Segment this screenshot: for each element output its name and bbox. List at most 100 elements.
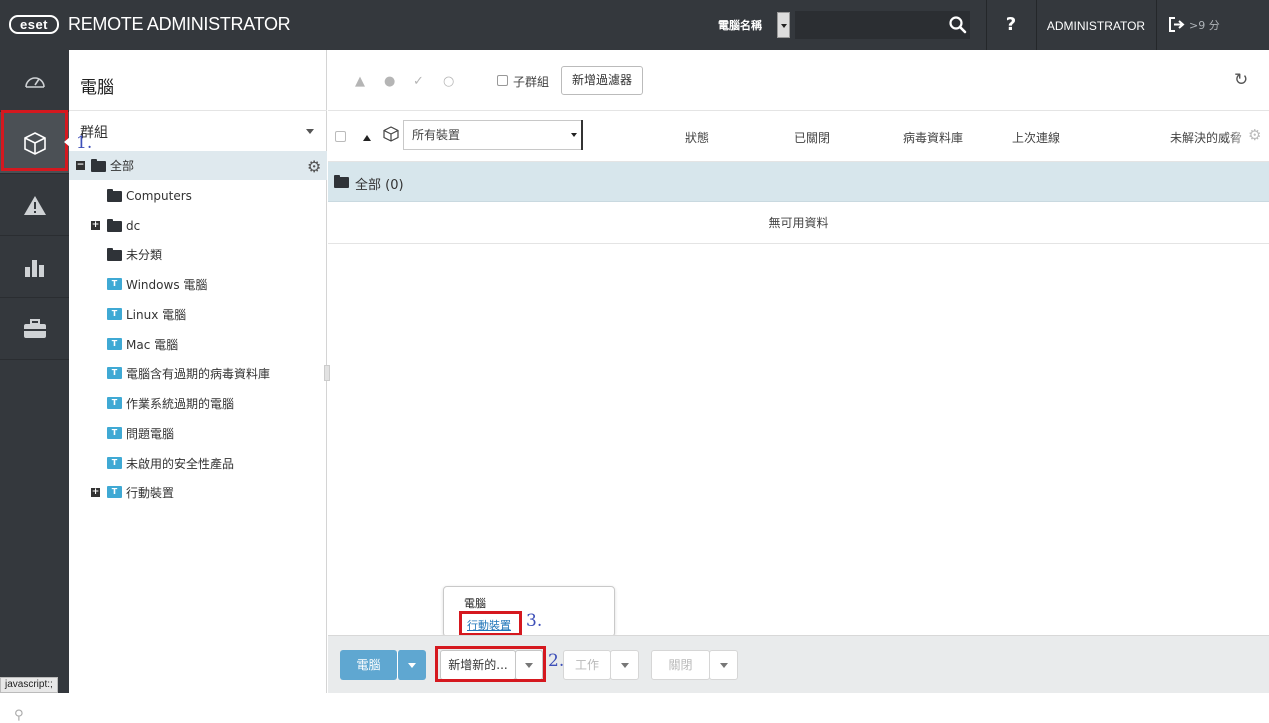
error-filter-icon[interactable]: ● xyxy=(384,74,395,89)
tree-item-label: dc xyxy=(126,218,141,233)
nav-dashboard[interactable] xyxy=(0,50,69,112)
tree-item-label: 電腦含有過期的病毒資料庫 xyxy=(126,367,271,381)
tree-item-label: Windows 電腦 xyxy=(126,278,208,292)
logout-button[interactable]: >9 分 xyxy=(1157,0,1269,50)
expand-icon[interactable]: + xyxy=(91,221,100,230)
reports-icon xyxy=(24,259,44,277)
computers-dropdown-button[interactable] xyxy=(397,650,426,680)
tree-item-label: Mac 電腦 xyxy=(126,338,179,352)
close-dropdown-button[interactable] xyxy=(709,650,738,680)
tree-item-label: 未啟用的安全性產品 xyxy=(126,457,235,471)
tree-item-label: 行動裝置 xyxy=(126,486,175,500)
filter-icon: T xyxy=(107,338,122,350)
search-icon[interactable] xyxy=(948,15,968,35)
tree-item-label: 問題電腦 xyxy=(126,427,175,441)
menu-item-computer[interactable]: 電腦 xyxy=(464,595,486,611)
folder-icon xyxy=(107,248,122,261)
search-input[interactable] xyxy=(795,11,970,39)
tree-item-mac[interactable]: T Mac 電腦 xyxy=(69,330,327,359)
annotation-highlight-box xyxy=(435,646,546,682)
annotation-highlight-box xyxy=(1,110,68,171)
pin-icon[interactable]: ⚲ xyxy=(14,708,24,723)
column-status[interactable]: 狀態 xyxy=(685,129,709,146)
tree-item-outdated-os[interactable]: T 作業系統過期的電腦 xyxy=(69,389,327,418)
close-button[interactable]: 關閉 xyxy=(651,650,710,680)
tree-item-outdated-db[interactable]: T 電腦含有過期的病毒資料庫 xyxy=(69,359,327,388)
tree-item-mobile[interactable]: + T 行動裝置 xyxy=(69,478,327,507)
tree-item-windows[interactable]: T Windows 電腦 xyxy=(69,270,327,299)
filter-icon: T xyxy=(107,308,122,320)
warning-filter-icon[interactable]: ▲ xyxy=(355,74,365,89)
chevron-down-icon xyxy=(719,663,728,672)
annotation-step-2: 2. xyxy=(548,651,565,671)
help-button[interactable]: ? xyxy=(987,0,1035,50)
main-content: ▲ ● ✓ ○ 子群組 新增過濾器 ↻ 所有裝置 狀態 已關閉 病毒資料庫 上次… xyxy=(328,50,1269,693)
threats-icon xyxy=(23,195,46,215)
admin-icon xyxy=(23,318,46,338)
sort-ascending-icon[interactable] xyxy=(363,131,371,141)
session-timer: >9 分 xyxy=(1189,19,1220,32)
device-type-select[interactable]: 所有裝置 xyxy=(403,120,583,150)
filter-icon: T xyxy=(107,278,122,290)
table-header: 所有裝置 狀態 已關閉 病毒資料庫 上次連線 未解決的威脅 ⚙ xyxy=(328,111,1269,162)
group-row-label: 全部 (0) xyxy=(355,178,404,193)
collapse-icon[interactable]: − xyxy=(76,161,85,170)
bottom-action-bar: 電腦 新增新的... 2. 工作 關閉 xyxy=(328,635,1269,693)
groups-dropdown-caret[interactable] xyxy=(306,129,314,138)
search-scope-label: 電腦名稱 xyxy=(718,19,762,32)
app-title: REMOTE ADMINISTRATOR xyxy=(68,14,291,34)
nav-admin[interactable] xyxy=(0,298,69,360)
select-all-checkbox[interactable] xyxy=(335,131,346,142)
computers-button[interactable]: 電腦 xyxy=(340,650,397,680)
nav-threats[interactable] xyxy=(0,174,69,236)
group-row[interactable]: 全部 (0) xyxy=(328,162,1269,202)
filter-icon: T xyxy=(107,427,122,439)
group-tree-panel: 電腦 群組 − 全部 ⚙ Computers + dc 未分類 T Window… xyxy=(69,50,327,693)
chevron-down-icon xyxy=(620,663,629,672)
nav-reports[interactable] xyxy=(0,236,69,298)
annotation-step-3: 3. xyxy=(526,611,543,631)
column-settings-icon[interactable]: ⚙ xyxy=(1248,126,1261,144)
unknown-filter-icon[interactable]: ○ xyxy=(443,74,454,89)
refresh-icon[interactable]: ↻ xyxy=(1234,70,1248,90)
search-scope-dropdown[interactable] xyxy=(777,12,790,38)
page-title: 電腦 xyxy=(80,78,114,98)
tasks-button[interactable]: 工作 xyxy=(563,650,611,680)
top-bar: eset REMOTE ADMINISTRATOR 電腦名稱 ? ADMINIS… xyxy=(0,0,1269,50)
tree-item-label: 全部 xyxy=(110,159,135,173)
column-muted[interactable]: 已關閉 xyxy=(794,129,830,146)
user-menu-button[interactable]: ADMINISTRATOR xyxy=(1037,0,1155,50)
folder-icon xyxy=(107,219,122,232)
tree-item-unassigned[interactable]: 未分類 xyxy=(69,240,327,269)
filter-icon: T xyxy=(107,457,122,469)
expand-icon[interactable]: + xyxy=(91,488,100,497)
tree-item-computers[interactable]: Computers xyxy=(69,181,327,210)
tree-item-inactive[interactable]: T 未啟用的安全性產品 xyxy=(69,449,327,478)
tree-item-dc[interactable]: + dc xyxy=(69,211,327,240)
folder-icon xyxy=(107,189,122,202)
empty-message: 無可用資料 xyxy=(328,202,1269,244)
eset-logo: eset xyxy=(9,15,59,34)
tree-item-linux[interactable]: T Linux 電腦 xyxy=(69,300,327,329)
subgroup-checkbox[interactable] xyxy=(497,75,508,86)
tree-item-label: Linux 電腦 xyxy=(126,308,187,322)
tree-item-problem[interactable]: T 問題電腦 xyxy=(69,419,327,448)
filter-icon: T xyxy=(107,486,122,498)
dashboard-icon xyxy=(24,76,45,88)
filter-icon: T xyxy=(107,367,122,379)
ok-filter-icon[interactable]: ✓ xyxy=(413,74,424,89)
gear-icon[interactable]: ⚙ xyxy=(307,157,321,176)
add-filter-button[interactable]: 新增過濾器 xyxy=(561,66,643,95)
filter-toolbar: ▲ ● ✓ ○ 子群組 新增過濾器 ↻ xyxy=(328,50,1269,111)
annotation-highlight-box xyxy=(459,611,522,636)
tasks-dropdown-button[interactable] xyxy=(610,650,639,680)
device-type-select-value: 所有裝置 xyxy=(412,128,461,142)
device-type-icon xyxy=(383,126,399,142)
tree-item-all[interactable]: − 全部 ⚙ xyxy=(69,151,327,180)
column-virus-db[interactable]: 病毒資料庫 xyxy=(903,129,963,146)
divider xyxy=(69,110,327,111)
tree-item-label: 作業系統過期的電腦 xyxy=(126,397,235,411)
column-last-connected[interactable]: 上次連線 xyxy=(1012,129,1060,146)
folder-icon xyxy=(91,159,106,172)
status-bar-url: javascript:; xyxy=(0,677,58,693)
